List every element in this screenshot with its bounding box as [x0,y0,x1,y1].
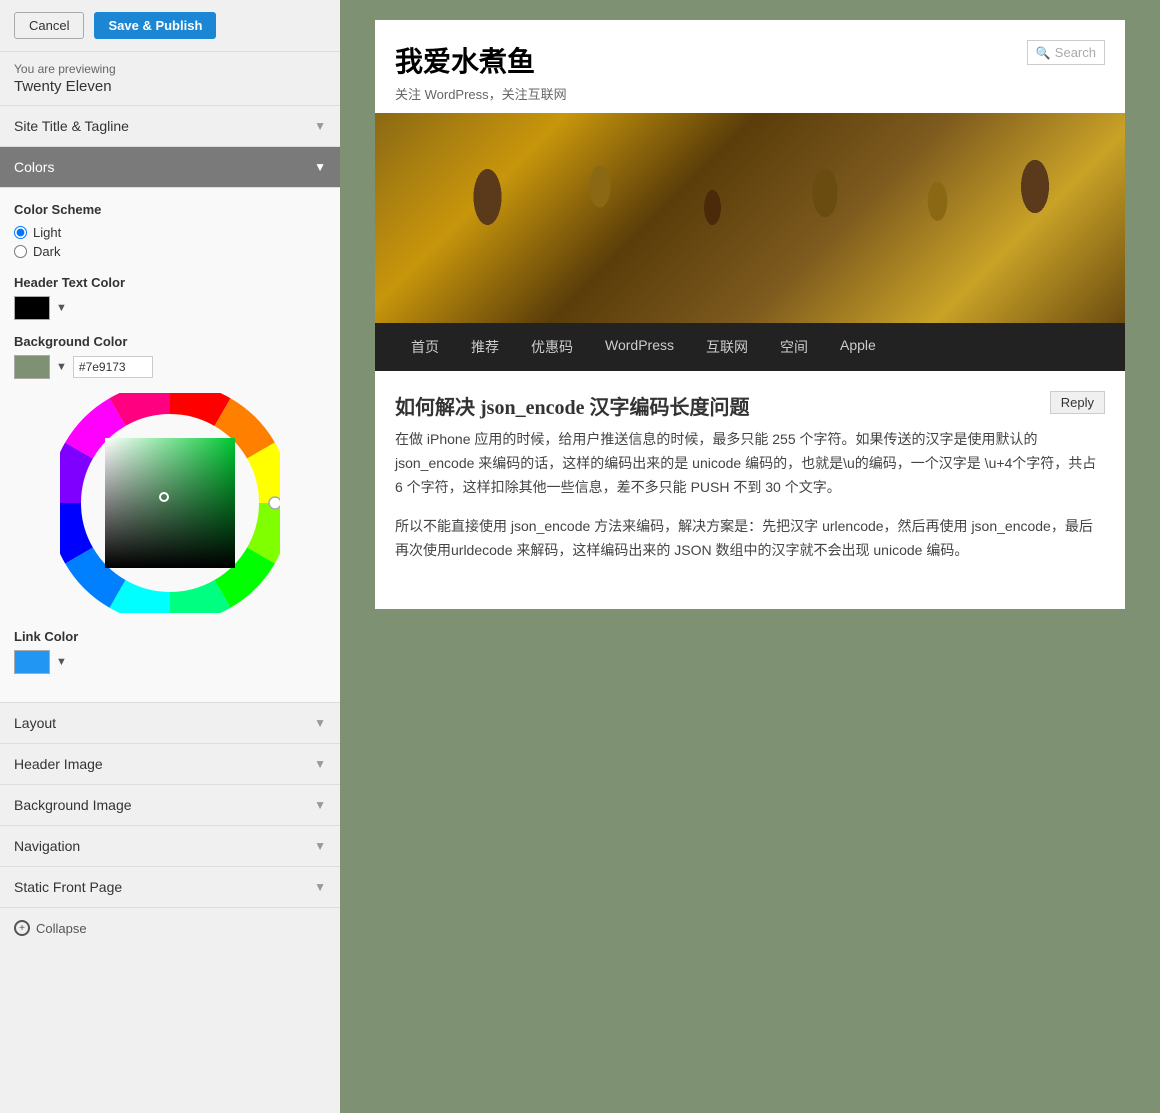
section-layout[interactable]: Layout ▼ [0,702,340,743]
theme-name: Twenty Eleven [0,78,340,105]
chevron-down-icon: ▼ [314,160,326,174]
cancel-button[interactable]: Cancel [14,12,84,39]
preview-label: You are previewing [0,52,340,78]
colors-panel: Color Scheme Light Dark Header Text Colo… [0,187,340,702]
background-color-row: ▼ [14,355,326,379]
color-wheel-container [14,393,326,613]
section-layout-label: Layout [14,715,56,731]
background-color-label: Background Color [14,334,326,349]
section-background-image-label: Background Image [14,797,132,813]
chevron-down-icon: ▼ [314,757,326,771]
section-static-front-page[interactable]: Static Front Page ▼ [0,866,340,907]
collapse-icon: + [14,920,30,936]
chevron-down-icon: ▼ [314,716,326,730]
site-tagline: 关注 WordPress，关注互联网 [395,84,1027,103]
dark-label: Dark [33,244,60,259]
search-box[interactable]: 🔍 Search [1027,40,1105,65]
section-navigation[interactable]: Navigation ▼ [0,825,340,866]
radio-dark[interactable]: Dark [14,244,326,259]
nav-item-wordpress[interactable]: WordPress [589,323,690,371]
nav-item-coupon[interactable]: 优惠码 [515,323,589,371]
section-site-title[interactable]: Site Title & Tagline ▼ [0,105,340,146]
wheel-cursor[interactable] [269,497,280,509]
background-color-hex-input[interactable] [73,356,153,378]
collapse-bar[interactable]: + Collapse [0,907,340,948]
section-header-image-label: Header Image [14,756,103,772]
link-color-swatch[interactable] [14,650,50,674]
color-wheel-wrapper[interactable] [60,393,280,613]
save-publish-button[interactable]: Save & Publish [94,12,216,39]
chess-overlay [375,113,1125,323]
section-colors[interactable]: Colors ▼ [0,146,340,187]
chevron-down-icon: ▼ [314,839,326,853]
top-bar: Cancel Save & Publish [0,0,340,52]
post-body-2: 所以不能直接使用 json_encode 方法来编码，解决方案是：先把汉字 ur… [395,515,1105,563]
chevron-down-icon: ▼ [314,798,326,812]
radio-light[interactable]: Light [14,225,326,240]
header-text-color-row: ▼ [14,296,326,320]
background-color-swatch[interactable] [14,355,50,379]
nav-bar: 首页 推荐 优惠码 WordPress 互联网 空间 Apple [375,323,1125,371]
background-color-arrow[interactable]: ▼ [56,361,67,373]
site-header: 我爱水煮鱼 关注 WordPress，关注互联网 🔍 Search [375,20,1125,113]
site-title: 我爱水煮鱼 [395,40,1027,80]
light-label: Light [33,225,61,240]
link-color-label: Link Color [14,629,326,644]
post-body-1: 在做 iPhone 应用的时候，给用户推送信息的时候，最多只能 255 个字符。… [395,428,1105,499]
section-site-title-label: Site Title & Tagline [14,118,129,134]
header-text-color-label: Header Text Color [14,275,326,290]
section-colors-label: Colors [14,159,54,175]
nav-item-internet[interactable]: 互联网 [690,323,764,371]
site-container: 我爱水煮鱼 关注 WordPress，关注互联网 🔍 Search 首页 推荐 … [375,20,1125,609]
reply-button[interactable]: Reply [1050,391,1105,414]
section-static-front-page-label: Static Front Page [14,879,122,895]
nav-item-home[interactable]: 首页 [395,323,455,371]
post-title-text: 如何解决 json_encode 汉字编码长度问题 [395,391,749,420]
chevron-down-icon: ▼ [314,880,326,894]
section-background-image[interactable]: Background Image ▼ [0,784,340,825]
right-preview: 我爱水煮鱼 关注 WordPress，关注互联网 🔍 Search 首页 推荐 … [340,0,1160,1113]
color-scheme-label: Color Scheme [14,202,326,217]
section-header-image[interactable]: Header Image ▼ [0,743,340,784]
nav-item-recommended[interactable]: 推荐 [455,323,515,371]
left-panel: Cancel Save & Publish You are previewing… [0,0,340,1113]
collapse-label: Collapse [36,921,87,936]
gradient-cursor [159,492,169,502]
search-icon: 🔍 [1036,46,1051,60]
color-gradient-box[interactable] [105,438,235,568]
site-title-block: 我爱水煮鱼 关注 WordPress，关注互联网 [395,40,1027,103]
post-area: 如何解决 json_encode 汉字编码长度问题 Reply 在做 iPhon… [375,371,1125,609]
color-scheme-radio-group: Light Dark [14,225,326,259]
post-title: 如何解决 json_encode 汉字编码长度问题 Reply [395,391,1105,420]
header-text-color-swatch[interactable] [14,296,50,320]
link-color-row: ▼ [14,650,326,674]
hero-image [375,113,1125,323]
nav-item-space[interactable]: 空间 [764,323,824,371]
section-navigation-label: Navigation [14,838,80,854]
header-text-color-arrow[interactable]: ▼ [56,302,67,314]
link-color-arrow[interactable]: ▼ [56,656,67,668]
nav-item-apple[interactable]: Apple [824,323,892,371]
search-placeholder: Search [1055,45,1096,60]
chevron-down-icon: ▼ [314,119,326,133]
